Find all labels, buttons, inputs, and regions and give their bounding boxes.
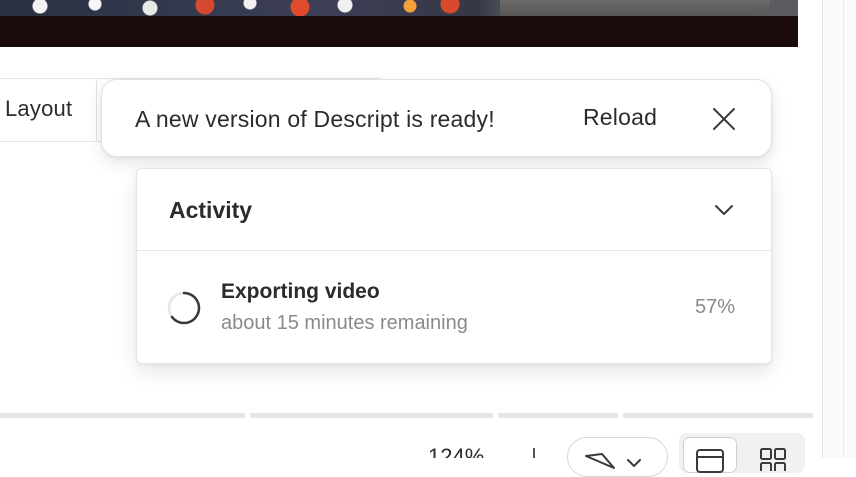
spinner-icon xyxy=(167,291,201,325)
job-title: Exporting video xyxy=(221,280,380,303)
list-view-button[interactable] xyxy=(683,437,737,473)
zoom-level[interactable]: 124% xyxy=(428,444,484,458)
grid-view-icon xyxy=(760,448,786,474)
timeline-track-segment xyxy=(0,413,245,418)
activity-panel: Activity Exporting video about 15 minute… xyxy=(136,168,772,364)
chevron-down-icon[interactable] xyxy=(714,200,734,220)
send-button[interactable] xyxy=(567,437,668,477)
job-remaining-time: about 15 minutes remaining xyxy=(221,312,468,334)
timeline-track-segment xyxy=(498,413,618,418)
view-toggle-group xyxy=(679,433,805,474)
toast-message: A new version of Descript is ready! xyxy=(135,106,495,132)
video-frame-dark-region xyxy=(500,0,770,16)
tab-layout[interactable]: Layout xyxy=(5,96,72,122)
right-panel-edge xyxy=(822,0,856,458)
reload-button[interactable]: Reload xyxy=(583,104,657,131)
list-view-icon xyxy=(696,449,724,473)
video-preview xyxy=(0,0,798,47)
activity-header[interactable]: Activity xyxy=(137,169,771,251)
video-frame-image xyxy=(0,0,798,16)
timeline-track-segment xyxy=(623,413,813,418)
grid-view-button[interactable] xyxy=(759,443,787,474)
timeline-track-segment xyxy=(250,413,493,418)
activity-title: Activity xyxy=(169,197,253,223)
toolbar-divider xyxy=(533,448,535,458)
panel-divider xyxy=(843,0,844,458)
close-icon[interactable] xyxy=(712,107,736,131)
tab-divider xyxy=(96,79,97,140)
update-toast: A new version of Descript is ready! Relo… xyxy=(101,79,772,157)
send-icon xyxy=(585,453,641,469)
job-progress-percent: 57% xyxy=(694,296,735,318)
